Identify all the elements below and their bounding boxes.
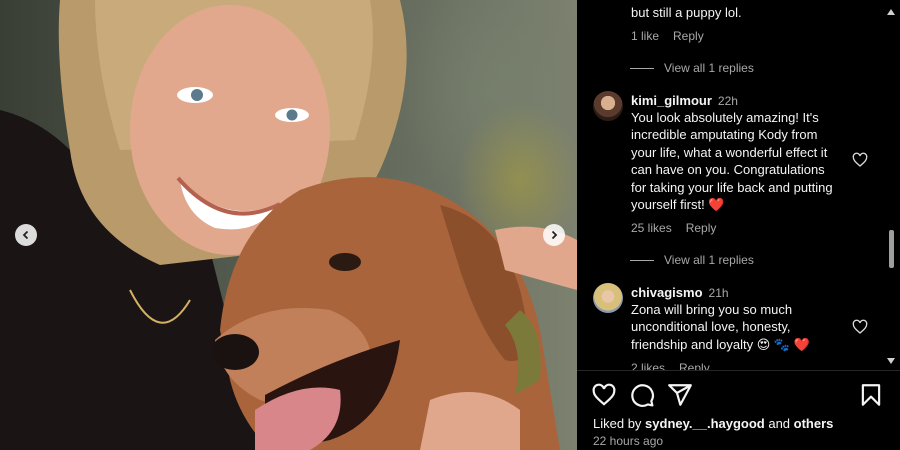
bookmark-icon[interactable]: [858, 382, 884, 408]
share-icon[interactable]: [667, 382, 693, 408]
view-replies-button[interactable]: View all 1 replies: [630, 253, 754, 267]
reply-button[interactable]: Reply: [673, 29, 704, 43]
comment-heart-icon[interactable]: [852, 152, 868, 168]
comment-time: 21h: [708, 286, 729, 300]
comment-list[interactable]: but still a puppy lol. 1 like Reply View…: [577, 0, 884, 370]
likes-prefix: Liked by: [593, 416, 646, 431]
comments-scrollbar[interactable]: [882, 0, 900, 370]
next-photo-button[interactable]: [543, 224, 565, 246]
reply-button[interactable]: Reply: [686, 221, 717, 235]
previous-photo-button[interactable]: [15, 224, 37, 246]
post-timestamp: 22 hours ago: [593, 434, 664, 448]
comment-likes[interactable]: 25 likes: [631, 221, 672, 235]
photo-illustration: [0, 0, 577, 450]
likes-middle: and: [764, 416, 794, 431]
comment-text-tail: but still a puppy lol.: [631, 5, 742, 20]
comment-text: Zona will bring you so much unconditiona…: [631, 302, 810, 352]
like-heart-icon[interactable]: [591, 382, 617, 408]
post-photo: [0, 0, 577, 450]
comment-meta: 2 likes Reply: [631, 361, 710, 370]
comments-panel: but still a puppy lol. 1 like Reply View…: [577, 0, 900, 450]
avatar[interactable]: [593, 283, 623, 313]
actions-divider: [577, 370, 900, 371]
comment-username[interactable]: chivagismo: [631, 285, 703, 300]
divider-dash: [630, 67, 654, 69]
comment-meta: 25 likes Reply: [631, 221, 716, 235]
comment-header: chivagismo 21h: [631, 285, 729, 300]
chevron-right-icon: [551, 230, 558, 240]
action-bar: [577, 382, 900, 410]
avatar[interactable]: [593, 91, 623, 121]
liked-by-user[interactable]: sydney.__.haygood: [645, 416, 765, 431]
comment-time: 22h: [717, 94, 738, 108]
reply-button[interactable]: Reply: [679, 361, 710, 370]
view-replies-label: View all 1 replies: [664, 61, 754, 75]
divider-dash: [630, 259, 654, 261]
comment-icon[interactable]: [629, 382, 655, 408]
scroll-thumb[interactable]: [889, 230, 894, 268]
likes-summary: Liked by sydney.__.haygood and others: [593, 416, 833, 431]
view-replies-label: View all 1 replies: [664, 253, 754, 267]
comment-heart-icon[interactable]: [852, 319, 868, 335]
comment-text: You look absolutely amazing! It's incred…: [631, 110, 833, 213]
comment-username[interactable]: kimi_gilmour: [631, 93, 712, 108]
comment-meta: 1 like Reply: [631, 29, 704, 43]
scroll-up-arrow[interactable]: [887, 9, 895, 15]
view-replies-button[interactable]: View all 1 replies: [630, 61, 754, 75]
scroll-down-arrow[interactable]: [887, 358, 895, 364]
comment-likes[interactable]: 2 likes: [631, 361, 665, 370]
comment-header: kimi_gilmour 22h: [631, 93, 738, 108]
comment-likes[interactable]: 1 like: [631, 29, 659, 43]
chevron-left-icon: [22, 230, 29, 240]
liked-by-others[interactable]: others: [794, 416, 834, 431]
